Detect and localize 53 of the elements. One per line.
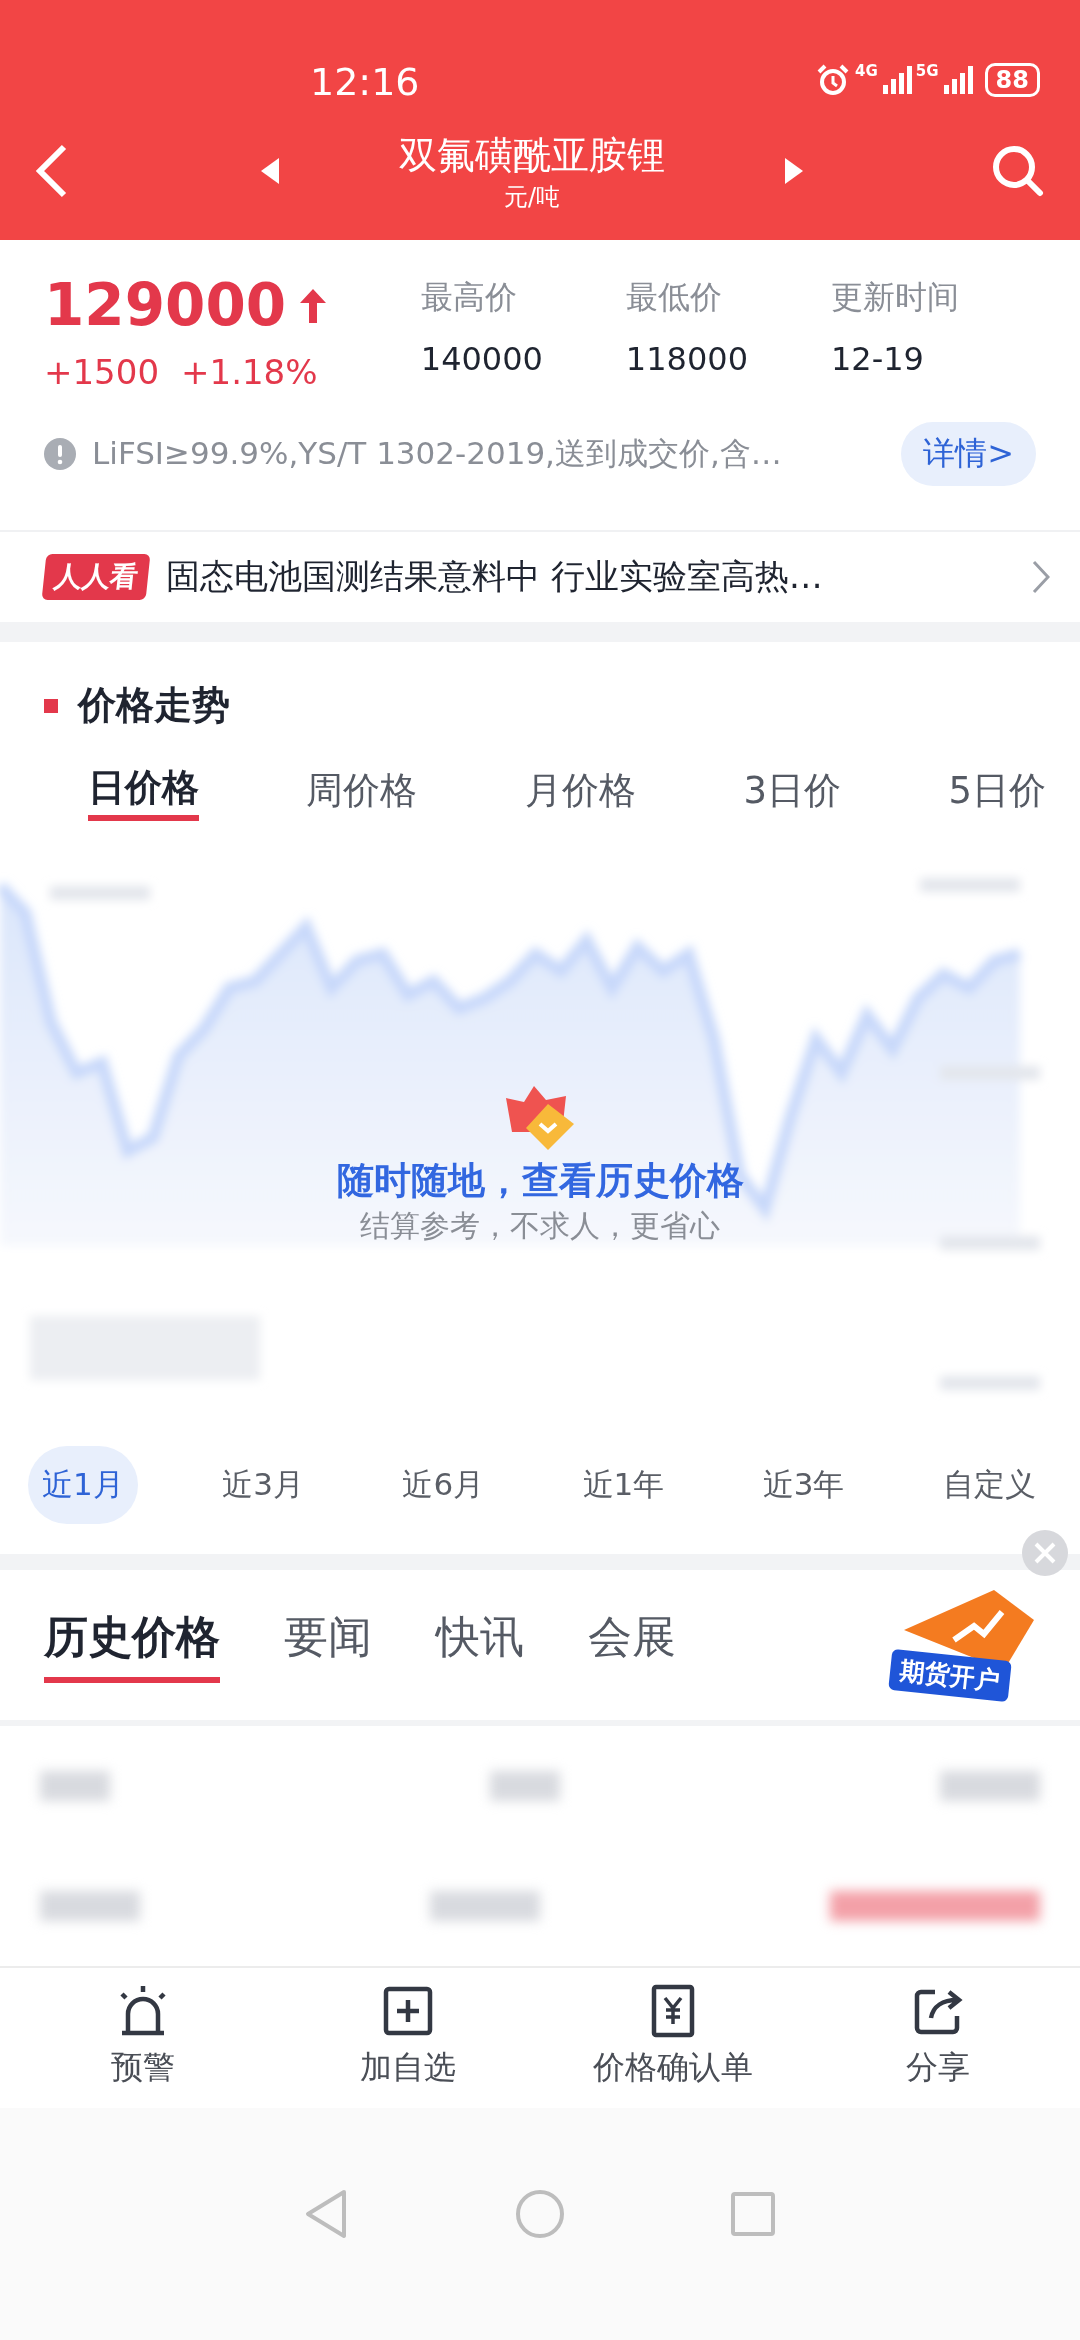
battery-level: 88 — [984, 63, 1040, 97]
range-tab[interactable]: 近3年 — [748, 1446, 859, 1524]
content-tab[interactable]: 要闻 — [284, 1607, 372, 1683]
search-icon[interactable] — [992, 145, 1044, 197]
stat-value: 12-19 — [830, 340, 925, 378]
change-percent: +1.18% — [181, 351, 318, 392]
content-tab[interactable]: 会展 — [588, 1607, 676, 1683]
stat-value: 118000 — [625, 340, 749, 378]
stat-label: 更新时间 — [830, 277, 960, 318]
section-title: 价格走势 — [78, 682, 230, 729]
news-badge: 人人看 — [41, 554, 151, 600]
home-nav-icon[interactable] — [515, 2189, 565, 2239]
toolbar-item[interactable]: 加自选 — [287, 1968, 528, 2108]
chart-promo-title: 随时随地，查看历史价格 — [336, 1158, 744, 1204]
range-tab[interactable]: 近1年 — [568, 1446, 679, 1524]
page-title: 双氟磺酰亚胺锂 — [399, 131, 665, 179]
stat-label: 最低价 — [625, 277, 723, 318]
unit-label: 元/吨 — [503, 181, 561, 213]
spec-note: LiFSI≥99.9%,YS/T 1302-2019,送到成交价,含… — [92, 433, 783, 473]
content-tab[interactable]: 快讯 — [436, 1607, 524, 1683]
crown-logo-icon — [504, 1086, 576, 1152]
period-tab[interactable]: 5日价 — [948, 761, 1046, 821]
period-tab[interactable]: 日价格 — [88, 761, 199, 821]
previous-icon[interactable] — [261, 158, 279, 184]
range-tab[interactable]: 近1月 — [28, 1446, 138, 1524]
next-icon[interactable] — [785, 158, 803, 184]
period-tab[interactable]: 月价格 — [524, 761, 636, 821]
range-tab[interactable]: 近6月 — [388, 1446, 499, 1524]
signal-icon — [942, 65, 973, 95]
price-value: 129000 — [44, 274, 287, 338]
range-tab[interactable]: 自定义 — [928, 1446, 1050, 1524]
network-label: 4G — [855, 62, 878, 80]
stat-value: 140000 — [420, 340, 544, 378]
network-label: 5G — [915, 62, 939, 80]
close-icon[interactable] — [1022, 1530, 1068, 1576]
toolbar-item[interactable]: 预警 — [22, 1968, 263, 2108]
chevron-right-icon[interactable] — [1032, 560, 1050, 594]
recents-nav-icon[interactable] — [730, 2191, 776, 2237]
content-tab[interactable]: 历史价格 — [44, 1607, 220, 1683]
toolbar-item[interactable]: 分享 — [817, 1968, 1058, 2108]
status-time: 12:16 — [310, 60, 420, 106]
signal-icon — [881, 65, 912, 95]
range-tab[interactable]: 近3月 — [208, 1446, 318, 1524]
period-tab[interactable]: 周价格 — [306, 761, 418, 821]
info-icon — [44, 437, 76, 470]
stat-label: 最高价 — [420, 277, 518, 318]
section-marker — [44, 698, 58, 713]
news-headline[interactable]: 固态电池国测结果意料中 行业实验室高热… — [166, 554, 1014, 600]
chart-promo-subtitle: 结算参考，不求人，更省心 — [360, 1207, 720, 1245]
details-button[interactable]: 详情> — [901, 421, 1036, 486]
period-tab[interactable]: 3日价 — [743, 761, 841, 821]
change-value: +1500 — [44, 351, 159, 392]
toolbar-item[interactable]: 价格确认单 — [552, 1968, 793, 2108]
